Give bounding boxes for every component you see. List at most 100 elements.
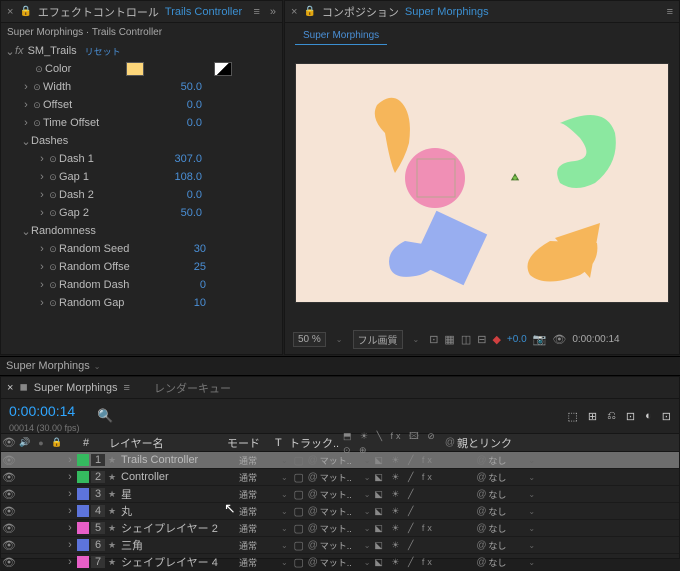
eye-toggle[interactable]: 👁	[1, 454, 17, 467]
twirl-right-icon[interactable]: ›	[37, 261, 47, 273]
pickwhip-icon[interactable]: @	[306, 540, 320, 551]
blend-mode-dropdown[interactable]: 通常	[239, 539, 277, 552]
prop-rdash-value[interactable]: 0	[200, 279, 206, 291]
chevron-down-icon[interactable]: ⌄	[360, 473, 375, 482]
resolution-dropdown[interactable]: フル画質	[353, 330, 403, 349]
search-icon[interactable]: 🔍	[97, 408, 113, 424]
chevron-down-icon[interactable]: ⌄	[277, 456, 292, 465]
col-track[interactable]: トラック..	[289, 435, 343, 451]
prop-gap2-value[interactable]: 50.0	[181, 207, 202, 219]
blend-mode-dropdown[interactable]: 通常	[239, 522, 277, 535]
twirl-right-icon[interactable]: ›	[65, 454, 75, 466]
track-matte-dropdown[interactable]: マット..	[320, 539, 360, 552]
parent-dropdown[interactable]: なし	[488, 522, 524, 535]
comp-mini-flow-icon[interactable]: ⬚	[567, 410, 577, 423]
comp-viewer[interactable]	[295, 63, 669, 303]
stopwatch-icon[interactable]: ⊙	[47, 190, 59, 201]
layer-row[interactable]: 👁›6★三角通常⌄▢@マット..⌄⬕ ☀ ╱@なし⌄	[1, 537, 679, 554]
lock-icon[interactable]: ◼	[19, 382, 27, 393]
panel-menu-icon[interactable]: ≡	[667, 6, 673, 18]
layer-row[interactable]: 👁›2★Controller通常⌄▢@マット..⌄⬕ ☀ ╱ fx@なし⌄	[1, 469, 679, 486]
twirl-right-icon[interactable]: ›	[21, 99, 31, 111]
eye-toggle[interactable]: 👁	[1, 539, 17, 552]
layer-row[interactable]: 👁›5★シェイプレイヤー 2通常⌄▢@マット..⌄⬕ ☀ ╱ fx@なし⌄	[1, 520, 679, 537]
layer-row[interactable]: 👁›4★丸通常⌄▢@マット..⌄⬕ ☀ ╱@なし⌄	[1, 503, 679, 520]
effect-name[interactable]: SM_Trails	[28, 45, 77, 57]
label-color[interactable]	[77, 471, 89, 483]
stopwatch-icon[interactable]: ⊙	[47, 262, 59, 273]
twirl-right-icon[interactable]: ›	[65, 556, 75, 568]
twirl-down-icon[interactable]: ⌄	[21, 225, 31, 238]
twirl-right-icon[interactable]: ›	[37, 279, 47, 291]
layer-switches[interactable]: ⬕ ☀ ╱	[374, 489, 474, 500]
col-mode[interactable]: モード	[227, 435, 275, 451]
parent-pickwhip-icon[interactable]: @	[474, 540, 488, 551]
exposure-value[interactable]: +0.0	[507, 334, 527, 345]
parent-pickwhip-icon[interactable]: @	[474, 557, 488, 568]
chevron-down-icon[interactable]: ⌄	[360, 490, 375, 499]
layer-name[interactable]: Trails Controller	[119, 454, 239, 466]
preserve-transparency-toggle[interactable]: ▢	[292, 522, 306, 535]
close-icon[interactable]: ×	[7, 6, 13, 18]
effect-header-row[interactable]: ⌄ fx SM_Trails リセット	[1, 42, 282, 60]
layer-name[interactable]: 三角	[119, 537, 239, 553]
parent-dropdown[interactable]: なし	[488, 505, 524, 518]
comp-flow-tab[interactable]: Super Morphings	[295, 27, 387, 45]
layer-switches[interactable]: ⬕ ☀ ╱	[374, 506, 474, 517]
prop-timeoffset-value[interactable]: 0.0	[187, 117, 202, 129]
prop-roff-value[interactable]: 25	[194, 261, 206, 273]
ec-active-layer[interactable]: Trails Controller	[165, 6, 242, 18]
close-icon[interactable]: ×	[7, 382, 13, 394]
layer-name[interactable]: シェイプレイヤー 4	[119, 554, 239, 570]
show-snapshot-icon[interactable]: 👁	[552, 333, 566, 346]
twirl-right-icon[interactable]: ›	[37, 171, 47, 183]
col-parent[interactable]: 親とリンク	[457, 435, 517, 451]
channel-icon[interactable]: ◆	[492, 333, 500, 346]
chevron-down-icon[interactable]: ⌄	[277, 473, 292, 482]
layer-name[interactable]: Controller	[119, 471, 239, 483]
pickwhip-icon[interactable]: @	[306, 455, 320, 466]
chevron-down-icon[interactable]: ⌄	[277, 507, 292, 516]
col-solo-icon[interactable]: ●	[33, 438, 49, 448]
ec-title[interactable]: エフェクトコントロール	[38, 4, 159, 20]
twirl-right-icon[interactable]: ›	[65, 488, 75, 500]
preserve-transparency-toggle[interactable]: ▢	[292, 454, 306, 467]
twirl-right-icon[interactable]: ›	[37, 297, 47, 309]
blend-mode-dropdown[interactable]: 通常	[239, 556, 277, 569]
twirl-right-icon[interactable]: ›	[37, 189, 47, 201]
layer-switches[interactable]: ⬕ ☀ ╱	[374, 540, 474, 551]
layer-switches[interactable]: ⬕ ☀ ╱ fx	[374, 472, 474, 483]
pickwhip-icon[interactable]: @	[306, 506, 320, 517]
twirl-right-icon[interactable]: ›	[37, 243, 47, 255]
chevron-down-icon[interactable]: ⌄	[360, 507, 375, 516]
stopwatch-icon[interactable]: ⊙	[47, 208, 59, 219]
twirl-down-icon[interactable]: ⌄	[5, 45, 15, 58]
chevron-down-icon[interactable]: ⌄	[524, 456, 539, 465]
pickwhip-icon[interactable]: @	[306, 489, 320, 500]
track-matte-dropdown[interactable]: マット..	[320, 505, 360, 518]
parent-pickwhip-icon[interactable]: @	[474, 472, 488, 483]
layer-row[interactable]: 👁›3★星通常⌄▢@マット..⌄⬕ ☀ ╱@なし⌄	[1, 486, 679, 503]
pickwhip-icon[interactable]: @	[306, 523, 320, 534]
twirl-right-icon[interactable]: ›	[65, 522, 75, 534]
blend-mode-dropdown[interactable]: 通常	[239, 488, 277, 501]
parent-pickwhip-icon[interactable]: @	[474, 523, 488, 534]
eye-toggle[interactable]: 👁	[1, 556, 17, 569]
parent-pickwhip-icon[interactable]: @	[474, 455, 488, 466]
divider-tab[interactable]: Super Morphings	[6, 360, 90, 372]
preserve-transparency-toggle[interactable]: ▢	[292, 471, 306, 484]
lock-icon[interactable]: 🔒	[19, 6, 31, 17]
shy-icon[interactable]: ⎌	[607, 410, 616, 423]
stopwatch-icon[interactable]: ⊙	[47, 244, 59, 255]
col-eye-icon[interactable]: 👁	[1, 436, 17, 449]
panel-menu-icon[interactable]: ≡	[124, 382, 130, 394]
layer-row[interactable]: 👁›1★Trails Controller通常⌄▢@マット..⌄⬕ ☀ ╱ fx…	[1, 452, 679, 469]
pickwhip-icon[interactable]: @	[306, 557, 320, 568]
stopwatch-icon[interactable]: ⊙	[47, 172, 59, 183]
track-matte-dropdown[interactable]: マット..	[320, 522, 360, 535]
parent-pickwhip-icon[interactable]: @	[474, 506, 488, 517]
color-swatch[interactable]	[126, 62, 144, 76]
region-icon[interactable]: ⊟	[477, 333, 486, 346]
preserve-transparency-toggle[interactable]: ▢	[292, 539, 306, 552]
panel-menu-icon[interactable]: ≡	[253, 6, 259, 18]
